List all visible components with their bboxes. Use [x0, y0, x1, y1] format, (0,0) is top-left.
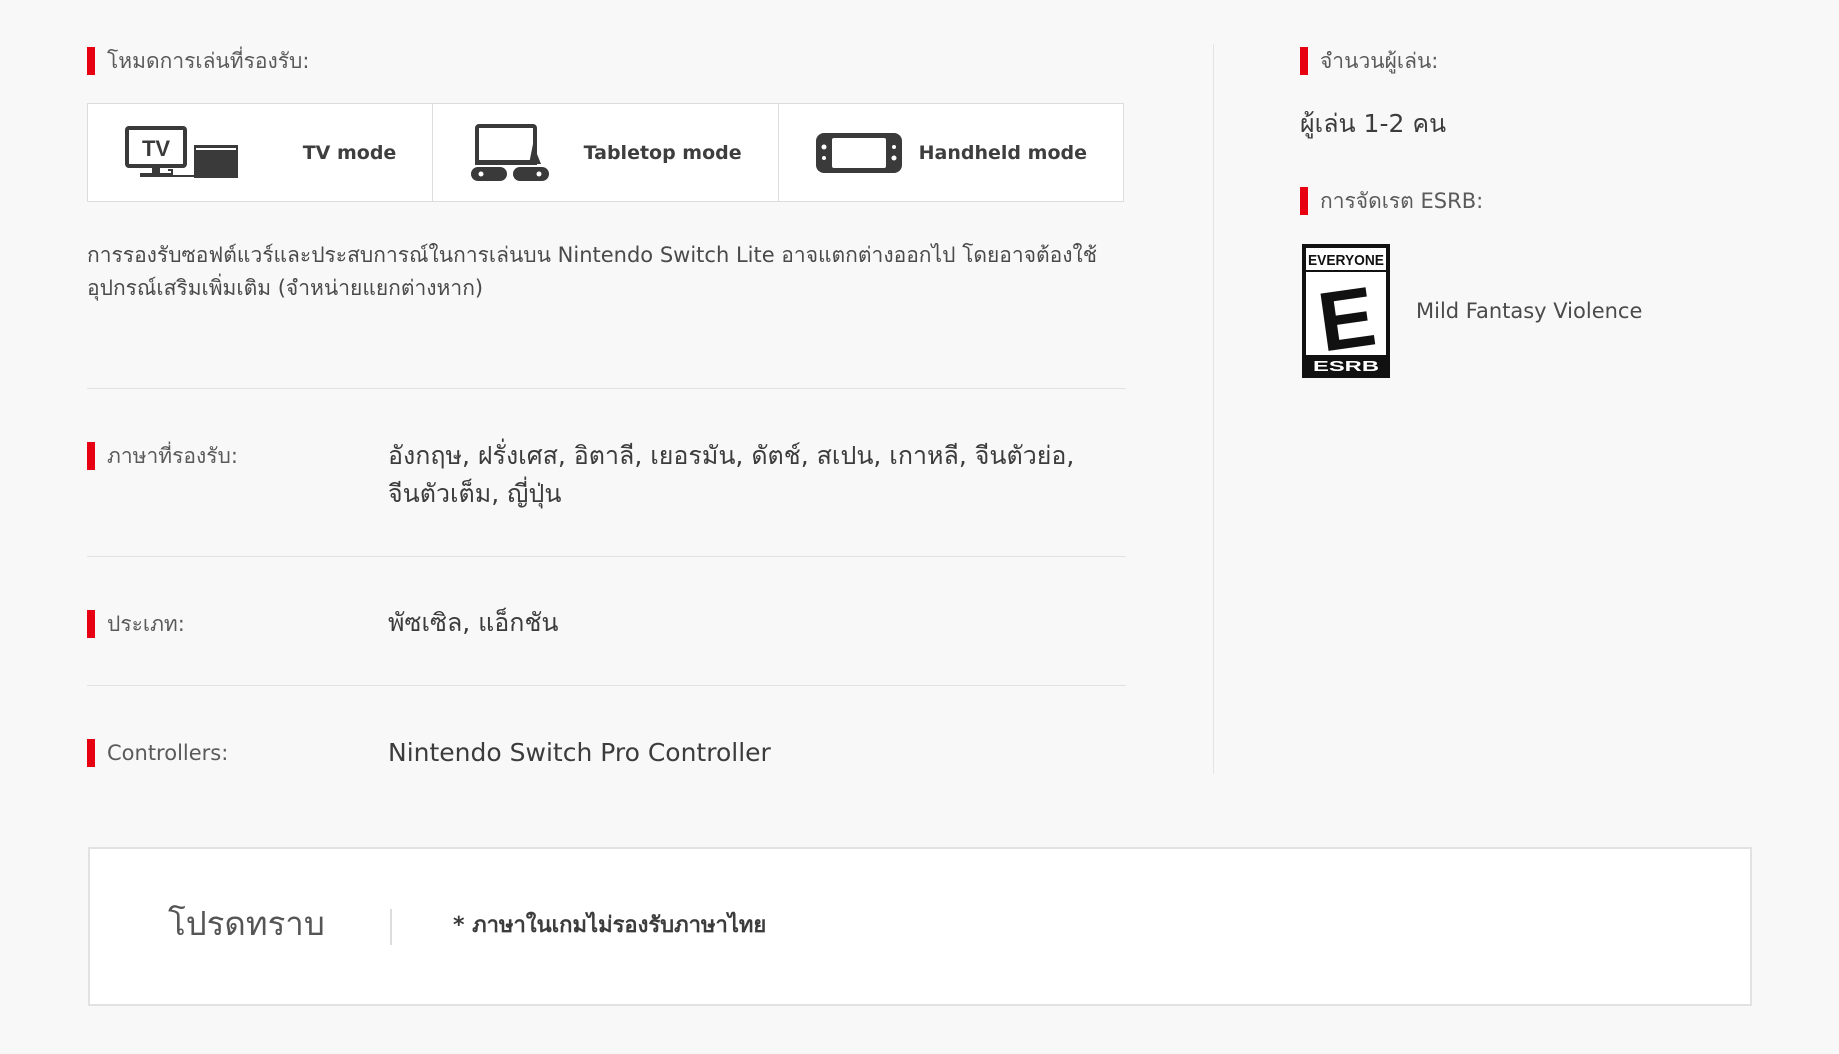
heading-accent-bar	[1300, 187, 1308, 215]
players-label: จำนวนผู้เล่น:	[1320, 48, 1439, 73]
languages-value: อังกฤษ, ฝรั่งเศส, อิตาลี, เยอรมัน, ดัตช์…	[388, 441, 1075, 508]
esrb-descriptor: Mild Fantasy Violence	[1416, 299, 1643, 323]
players-heading: จำนวนผู้เล่น:	[1300, 47, 1438, 75]
notice-title: โปรดทราบ	[168, 904, 325, 943]
play-modes-heading: โหมดการเล่นที่รองรับ:	[87, 47, 309, 75]
notice-separator	[390, 909, 392, 945]
controllers-label: Controllers:	[107, 740, 229, 765]
column-separator	[1213, 44, 1214, 774]
divider	[87, 685, 1126, 686]
languages-heading: ภาษาที่รองรับ:	[87, 442, 238, 470]
tabletop-mode-label: Tabletop mode	[583, 141, 742, 164]
tv-mode-label: TV mode	[302, 141, 397, 164]
heading-accent-bar	[87, 610, 95, 638]
esrb-bottom-text: ESRB	[1313, 358, 1379, 375]
languages-label: ภาษาที่รองรับ:	[107, 443, 238, 468]
genre-heading: ประเภท:	[87, 610, 185, 638]
tv-icon-text: TV	[142, 136, 170, 161]
esrb-top-text: EVERYONE	[1308, 252, 1384, 269]
handheld-mode: Handheld mode	[779, 104, 1123, 201]
genre-value: พัซเซิล, แอ็กชัน	[388, 608, 559, 637]
divider	[87, 556, 1126, 557]
tv-mode: TV TV mode	[88, 104, 434, 201]
play-modes-label: โหมดการเล่นที่รองรับ:	[107, 48, 310, 73]
heading-accent-bar	[1300, 47, 1308, 75]
heading-accent-bar	[87, 739, 95, 767]
players-value: ผู้เล่น 1-2 คน	[1300, 109, 1447, 138]
handheld-mode-icon	[815, 132, 902, 173]
notice-box: โปรดทราบ * ภาษาในเกมไม่รองรับภาษาไทย	[88, 847, 1752, 1006]
notice-text: * ภาษาในเกมไม่รองรับภาษาไทย	[453, 913, 767, 938]
heading-accent-bar	[87, 442, 95, 470]
controllers-heading: Controllers:	[87, 739, 228, 767]
switch-lite-note: การรองรับซอฟต์แวร์และประสบการณ์ในการเล่น…	[87, 243, 1098, 300]
esrb-heading: การจัดเรต ESRB:	[1300, 187, 1483, 215]
genre-label: ประเภท:	[107, 611, 185, 636]
tv-mode-icon: TV	[125, 125, 238, 178]
divider	[87, 388, 1126, 389]
controllers-value: Nintendo Switch Pro Controller	[388, 738, 771, 767]
heading-accent-bar	[87, 47, 95, 75]
esrb-everyone-badge: EVERYONE E ESRB	[1302, 244, 1390, 378]
handheld-mode-label: Handheld mode	[918, 141, 1087, 164]
esrb-label: การจัดเรต ESRB:	[1320, 188, 1484, 213]
tabletop-mode: Tabletop mode	[433, 104, 779, 201]
tabletop-mode-icon	[471, 123, 550, 181]
play-modes-box: TV TV mode Tabletop mode Handheld mode	[87, 103, 1124, 202]
